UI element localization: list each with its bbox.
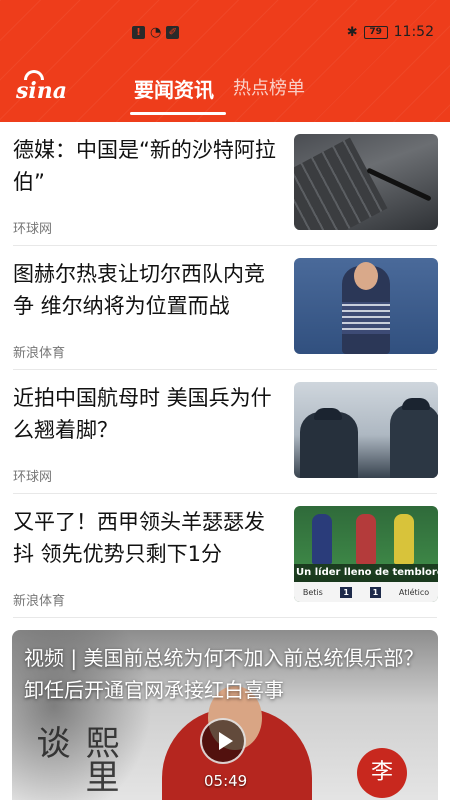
divider	[13, 617, 437, 618]
play-icon[interactable]	[200, 718, 246, 764]
sailor-cap	[402, 398, 430, 410]
battery-icon: 79	[363, 25, 388, 39]
home-score: 1	[340, 586, 352, 598]
news-item[interactable]: 图赫尔热衷让切尔西队内竞争 维尔纳将为位置而战 新浪体育	[0, 246, 450, 370]
logo-text: sina	[16, 78, 67, 104]
bluetooth-icon: ✱	[346, 24, 358, 40]
video-card[interactable]: 熙里谈 李 视频 | 美国前总统为何不加入前总统俱乐部？卸任后开通官网承接红白喜…	[12, 630, 438, 800]
news-thumbnail[interactable]: Un líder lleno de temblores Betis 1 1 At…	[294, 506, 438, 602]
laptop-keyboard-image	[294, 137, 388, 230]
news-title[interactable]: 近拍中国航母时 美国兵为什么翘着脚？	[13, 382, 281, 446]
jersey-stripes	[342, 302, 390, 334]
active-tab-indicator	[130, 112, 226, 115]
status-time: 11:52	[393, 24, 434, 40]
news-source: 新浪体育	[13, 594, 66, 609]
news-thumbnail[interactable]	[294, 382, 438, 478]
news-thumbnail[interactable]	[294, 258, 438, 354]
news-title[interactable]: 又平了！西甲领头羊瑟瑟发抖 领先优势只剩下1分	[13, 506, 281, 570]
sina-logo[interactable]: sina	[14, 70, 67, 104]
status-bar: ! ◔ ✐ ✱ 79 11:52	[0, 0, 450, 62]
home-team: Betis	[302, 587, 323, 597]
calligraphy-text: 熙里谈	[30, 725, 119, 793]
news-source: 新浪体育	[13, 346, 66, 361]
red-seal: 李	[357, 748, 407, 798]
news-source: 环球网	[13, 222, 53, 237]
away-team: Atlético	[398, 587, 430, 597]
player-image	[394, 514, 414, 564]
sailor-cap	[314, 408, 342, 420]
alert-icon: !	[132, 26, 145, 39]
wifi-icon: ◔	[150, 25, 162, 40]
tab-news[interactable]: 要闻资讯	[134, 74, 214, 103]
news-item[interactable]: 德媒：中国是“新的沙特阿拉伯” 环球网	[0, 122, 450, 246]
thumb-caption: Un líder lleno de temblores	[294, 564, 438, 582]
player-head	[354, 262, 378, 290]
video-duration: 05:49	[204, 772, 248, 790]
app-header: ! ◔ ✐ ✱ 79 11:52 sina 要闻资讯 热点榜单	[0, 0, 450, 122]
sailor-image	[300, 412, 358, 478]
news-thumbnail[interactable]	[294, 134, 438, 230]
status-icons-left: ! ◔ ✐	[132, 25, 180, 40]
app-notification-icon: ✐	[166, 26, 180, 39]
news-item[interactable]: 近拍中国航母时 美国兵为什么翘着脚？ 环球网	[0, 370, 450, 494]
status-icons-right: ✱ 79 11:52	[347, 24, 434, 40]
news-source: 环球网	[13, 470, 53, 485]
player-image	[312, 514, 332, 564]
player-image	[356, 514, 376, 564]
video-title[interactable]: 视频 | 美国前总统为何不加入前总统俱乐部？卸任后开通官网承接红白喜事	[24, 642, 429, 706]
news-item[interactable]: 又平了！西甲领头羊瑟瑟发抖 领先优势只剩下1分 新浪体育 Un líder ll…	[0, 494, 450, 618]
tab-hot-list[interactable]: 热点榜单	[233, 74, 305, 100]
news-title[interactable]: 德媒：中国是“新的沙特阿拉伯”	[13, 134, 281, 198]
sailor-image	[390, 404, 438, 478]
news-title[interactable]: 图赫尔热衷让切尔西队内竞争 维尔纳将为位置而战	[13, 258, 281, 322]
away-score: 1	[369, 586, 382, 598]
scoreboard: Betis 1 1 Atlético	[294, 582, 438, 602]
